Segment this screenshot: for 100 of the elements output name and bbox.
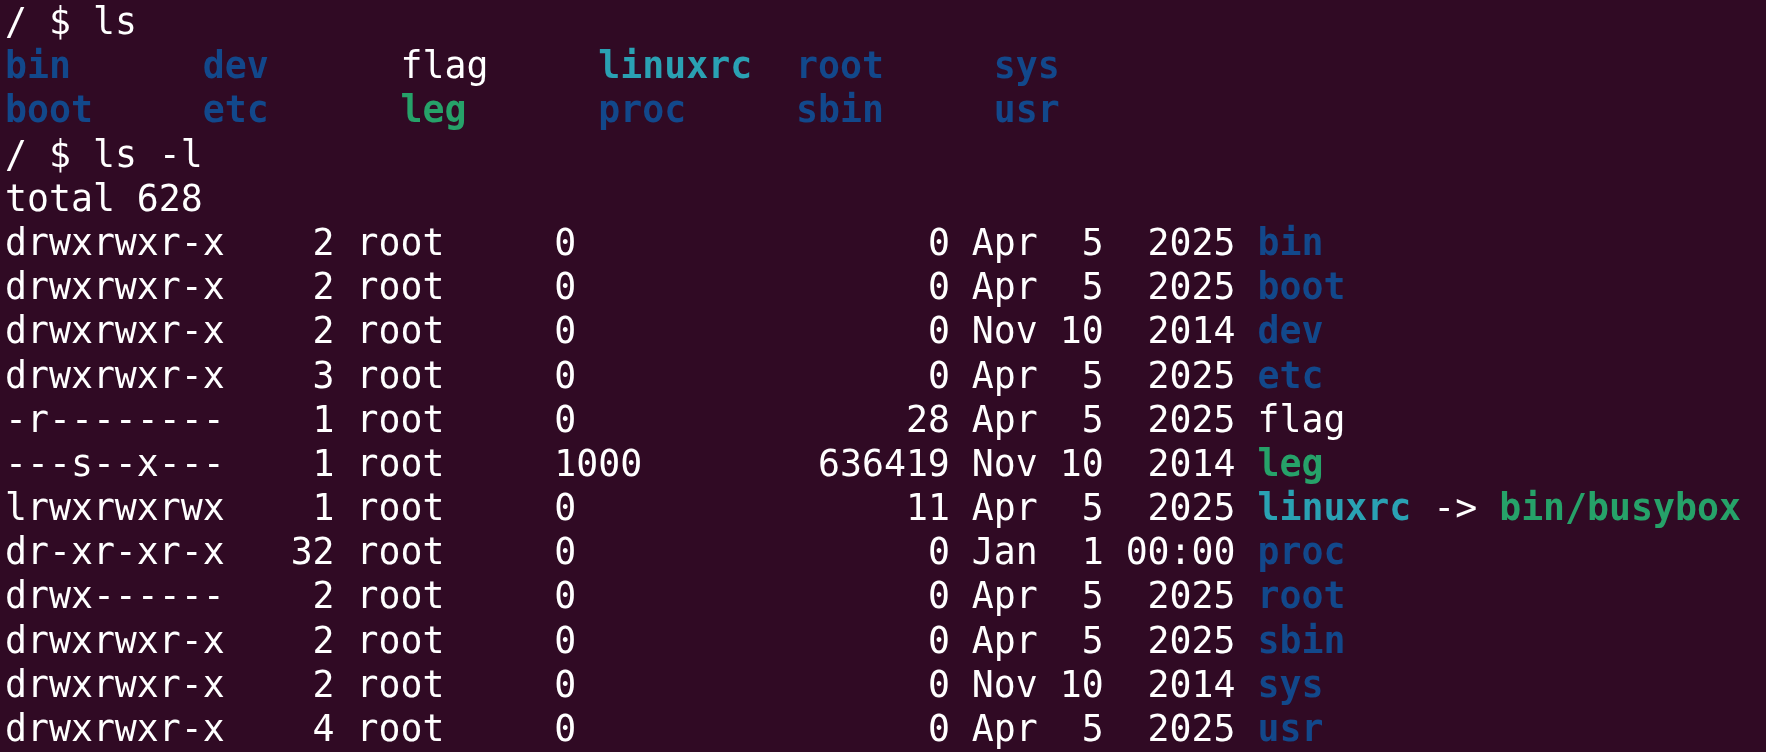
permissions-text: ---s--x---	[5, 441, 225, 487]
group-id: 1000	[554, 441, 644, 487]
file-name: linuxrc	[598, 44, 753, 89]
group-id: 0	[554, 618, 578, 663]
file-name: etc	[202, 88, 269, 133]
permissions-text: drwxrwxr-x	[5, 353, 225, 398]
group-id: 0	[554, 662, 578, 707]
permissions-text: lrwxrwxrwx	[5, 486, 225, 531]
day-text: 10	[1059, 309, 1104, 354]
month-text: Apr	[971, 574, 1038, 619]
month-text: Apr	[971, 220, 1038, 266]
total-text: total 628	[5, 176, 203, 221]
file-name: proc	[1257, 530, 1346, 575]
day-text: 10	[1059, 441, 1104, 487]
owner-name: root	[356, 618, 446, 663]
file-name: sys	[1257, 662, 1324, 707]
year-time-text: 2014	[1146, 441, 1236, 487]
link-count: 2	[311, 309, 335, 354]
owner-name: root	[356, 397, 446, 442]
month-text: Apr	[971, 353, 1038, 398]
month-text: Apr	[971, 265, 1038, 310]
file-size: 28	[904, 397, 950, 442]
permissions-text: dr-xr-xr-x	[5, 530, 225, 575]
year-time-text: 2025	[1146, 353, 1236, 398]
file-name: linuxrc	[1257, 486, 1412, 531]
day-text: 5	[1080, 397, 1104, 442]
permissions-text: drwxrwxr-x	[5, 618, 225, 663]
file-name: dev	[202, 44, 269, 89]
file-name: boot	[1257, 265, 1346, 310]
file-size: 0	[926, 574, 950, 619]
owner-name: root	[356, 353, 446, 398]
permissions-text: drwxrwxr-x	[5, 662, 225, 707]
file-size: 636419	[817, 441, 950, 487]
month-text: Apr	[971, 397, 1038, 442]
link-count: 2	[311, 574, 335, 619]
year-time-text: 00:00	[1125, 530, 1236, 575]
file-name: leg	[400, 88, 467, 133]
link-count: 32	[289, 530, 335, 575]
link-target: bin/busybox	[1499, 486, 1741, 531]
month-text: Nov	[971, 441, 1038, 487]
owner-name: root	[356, 220, 446, 266]
day-text: 5	[1080, 618, 1104, 663]
group-id: 0	[554, 397, 578, 442]
command-text: ls -l	[92, 132, 203, 177]
year-time-text: 2014	[1146, 309, 1236, 354]
group-id: 0	[554, 707, 578, 752]
owner-name: root	[356, 707, 446, 752]
owner-name: root	[356, 441, 446, 487]
file-name: flag	[1257, 397, 1346, 442]
file-size: 0	[926, 309, 950, 354]
owner-name: root	[356, 265, 446, 310]
file-size: 0	[926, 353, 950, 398]
year-time-text: 2025	[1146, 265, 1236, 310]
file-name: sys	[993, 44, 1060, 89]
file-name: sbin	[1257, 618, 1346, 663]
month-text: Apr	[971, 707, 1038, 752]
arrow-text: ->	[1433, 486, 1478, 531]
link-count: 2	[311, 265, 335, 310]
owner-name: root	[356, 530, 446, 575]
group-id: 0	[554, 353, 578, 398]
day-text: 10	[1059, 662, 1104, 707]
shell-prompt: / $	[5, 132, 71, 177]
file-size: 0	[926, 265, 950, 310]
year-time-text: 2025	[1146, 397, 1236, 442]
month-text: Jan	[971, 530, 1038, 575]
day-text: 5	[1080, 486, 1104, 531]
link-count: 1	[311, 397, 335, 442]
link-count: 1	[311, 441, 335, 487]
day-text: 5	[1080, 220, 1104, 266]
file-name: leg	[1257, 441, 1324, 487]
file-size: 0	[926, 530, 950, 575]
file-size: 0	[926, 220, 950, 266]
permissions-text: drwxrwxr-x	[5, 265, 225, 310]
link-count: 2	[311, 662, 335, 707]
shell-prompt: / $	[5, 0, 71, 45]
year-time-text: 2025	[1146, 707, 1236, 752]
file-name: boot	[5, 88, 93, 133]
file-name: usr	[1257, 707, 1324, 752]
file-name: flag	[400, 44, 489, 89]
file-size: 11	[904, 486, 950, 531]
owner-name: root	[356, 574, 446, 619]
year-time-text: 2025	[1146, 486, 1236, 531]
link-count: 2	[311, 618, 335, 663]
day-text: 5	[1080, 707, 1104, 752]
year-time-text: 2025	[1146, 574, 1236, 619]
file-name: proc	[598, 88, 687, 133]
year-time-text: 2025	[1146, 220, 1236, 266]
link-count: 4	[311, 707, 335, 752]
file-name: root	[796, 44, 884, 89]
permissions-text: drwxrwxr-x	[5, 309, 225, 354]
file-size: 0	[926, 707, 950, 752]
file-size: 0	[926, 662, 950, 707]
owner-name: root	[356, 486, 446, 531]
group-id: 0	[554, 486, 578, 531]
year-time-text: 2014	[1146, 662, 1236, 707]
file-name: usr	[993, 88, 1060, 133]
day-text: 5	[1080, 265, 1104, 310]
file-name: sbin	[796, 88, 884, 133]
file-name: bin	[5, 44, 71, 89]
file-name: root	[1257, 574, 1346, 619]
